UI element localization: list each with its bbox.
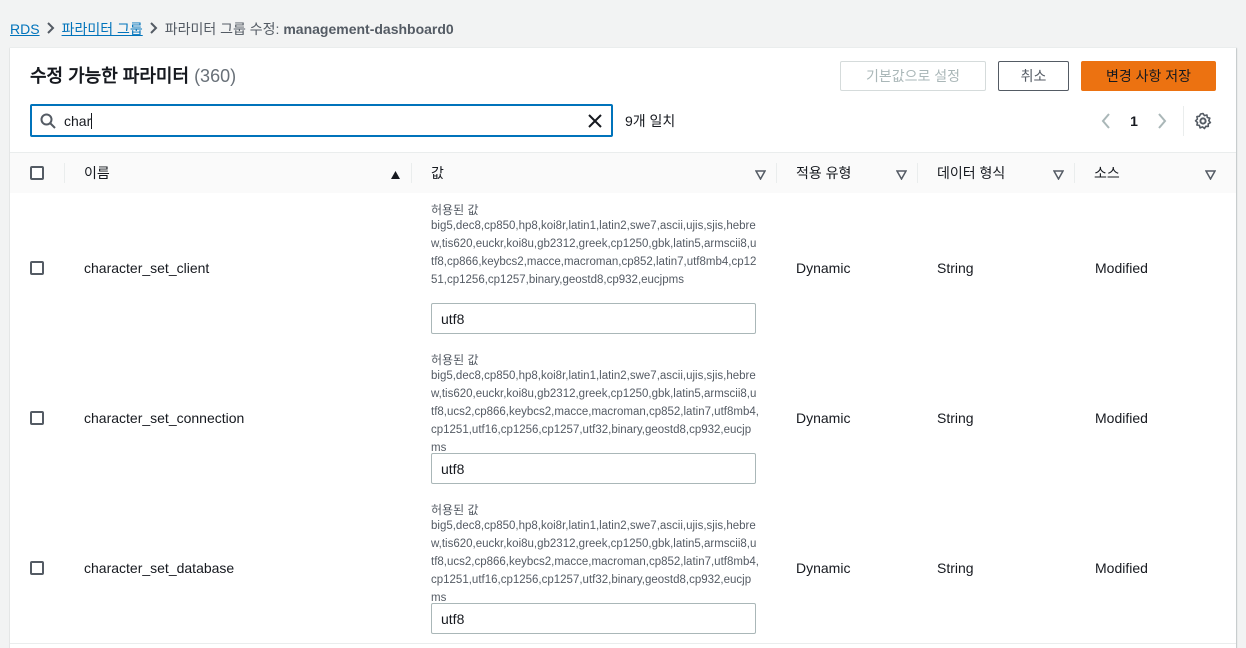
gear-icon (1194, 112, 1212, 130)
sort-icon (1204, 167, 1217, 183)
header-data-type[interactable]: 데이터 형식 (917, 153, 1074, 193)
source: Modified (1095, 260, 1148, 276)
data-type: String (937, 260, 974, 276)
match-count: 9개 일치 (625, 113, 676, 129)
save-changes-button[interactable]: 변경 사항 저장 (1081, 61, 1216, 91)
parameter-name: character_set_client (84, 260, 210, 276)
value-input[interactable]: utf8 (431, 603, 756, 634)
select-all-checkbox[interactable] (30, 166, 44, 180)
cancel-button[interactable]: 취소 (998, 61, 1069, 91)
header-data-type-label: 데이터 형식 (937, 165, 1006, 181)
header-source-label: 소스 (1094, 165, 1120, 181)
sort-icon (895, 167, 908, 183)
chevron-right-icon (143, 21, 165, 38)
source: Modified (1095, 410, 1148, 426)
chevron-left-icon (1101, 113, 1110, 129)
allowed-values-text: big5,dec8,cp850,hp8,koi8r,latin1,latin2,… (431, 520, 759, 604)
allowed-values-label: 허용된 값 (431, 353, 479, 367)
column-divider (1074, 163, 1075, 183)
text-caret (91, 112, 93, 129)
header-apply-type-label: 적용 유형 (796, 165, 852, 181)
breadcrumb-current-prefix: 파라미터 그룹 수정: (164, 21, 284, 37)
header-name[interactable]: 이름 (64, 153, 411, 193)
table-header: 이름 값 적용 유형 데이터 형식 소스 (10, 152, 1236, 194)
column-divider (64, 163, 65, 183)
header-select-cell (30, 153, 60, 193)
row-checkbox[interactable] (30, 261, 44, 275)
allowed-values-label: 허용된 값 (431, 203, 479, 217)
header-name-label: 이름 (84, 165, 110, 181)
header-source[interactable]: 소스 (1074, 153, 1226, 193)
sort-icon (754, 167, 767, 183)
page-title: 수정 가능한 파라미터 (360) (30, 62, 236, 88)
breadcrumb-rds-link[interactable]: RDS (10, 21, 40, 37)
breadcrumb-parameter-groups-link[interactable]: 파라미터 그룹 (62, 19, 143, 39)
search-value: char (64, 112, 92, 129)
sort-icon (1052, 167, 1065, 183)
data-type: String (937, 410, 974, 426)
table-row: character_set_connection 허용된 값 big5,dec8… (10, 343, 1236, 494)
table-row: character_set_client 허용된 값 big5,dec8,cp8… (10, 193, 1236, 344)
allowed-values-label: 허용된 값 (431, 503, 479, 517)
value-input[interactable]: utf8 (431, 453, 756, 484)
header-value-label: 값 (431, 165, 444, 181)
column-divider (917, 163, 918, 183)
apply-type: Dynamic (796, 260, 851, 276)
breadcrumb-current: 파라미터 그룹 수정: management-dashboard0 (165, 19, 454, 39)
next-page-button[interactable] (1151, 110, 1173, 132)
parameter-name: character_set_connection (84, 410, 245, 426)
pager-divider (1183, 106, 1184, 136)
column-divider (411, 163, 412, 183)
close-icon (588, 114, 602, 128)
chevron-right-icon (40, 21, 62, 38)
row-checkbox[interactable] (30, 411, 44, 425)
preferences-button[interactable] (1192, 110, 1214, 132)
breadcrumb-current-name: management-dashboard0 (283, 21, 454, 37)
value-input[interactable]: utf8 (431, 303, 756, 334)
header-apply-type[interactable]: 적용 유형 (776, 153, 917, 193)
source: Modified (1095, 560, 1148, 576)
current-page-number[interactable]: 1 (1117, 113, 1151, 129)
header-value[interactable]: 값 (411, 153, 776, 193)
pagination: 1 (1095, 106, 1214, 136)
previous-page-button[interactable] (1095, 110, 1117, 132)
clear-search-button[interactable] (585, 111, 605, 131)
data-type: String (937, 560, 974, 576)
search-icon (32, 113, 64, 129)
allowed-values-text: big5,dec8,cp850,hp8,koi8r,latin1,latin2,… (431, 370, 759, 454)
column-divider (776, 163, 777, 183)
apply-type: Dynamic (796, 560, 851, 576)
breadcrumb: RDS 파라미터 그룹 파라미터 그룹 수정: management-dashb… (10, 19, 454, 39)
table-row: character_set_database 허용된 값 big5,dec8,c… (10, 493, 1236, 644)
parameter-count: (360) (194, 66, 237, 86)
search-input[interactable]: char (30, 104, 613, 137)
sort-ascending-icon (390, 167, 401, 183)
row-checkbox[interactable] (30, 561, 44, 575)
parameter-name: character_set_database (84, 560, 235, 576)
reset-defaults-button[interactable]: 기본값으로 설정 (840, 61, 986, 91)
panel-title-text: 수정 가능한 파라미터 (30, 66, 190, 86)
allowed-values-text: big5,dec8,cp850,hp8,koi8r,latin1,latin2,… (431, 220, 757, 286)
parameters-panel: 수정 가능한 파라미터 (360) 기본값으로 설정 취소 변경 사항 저장 c… (10, 47, 1236, 648)
chevron-right-icon (1158, 113, 1167, 129)
apply-type: Dynamic (796, 410, 851, 426)
